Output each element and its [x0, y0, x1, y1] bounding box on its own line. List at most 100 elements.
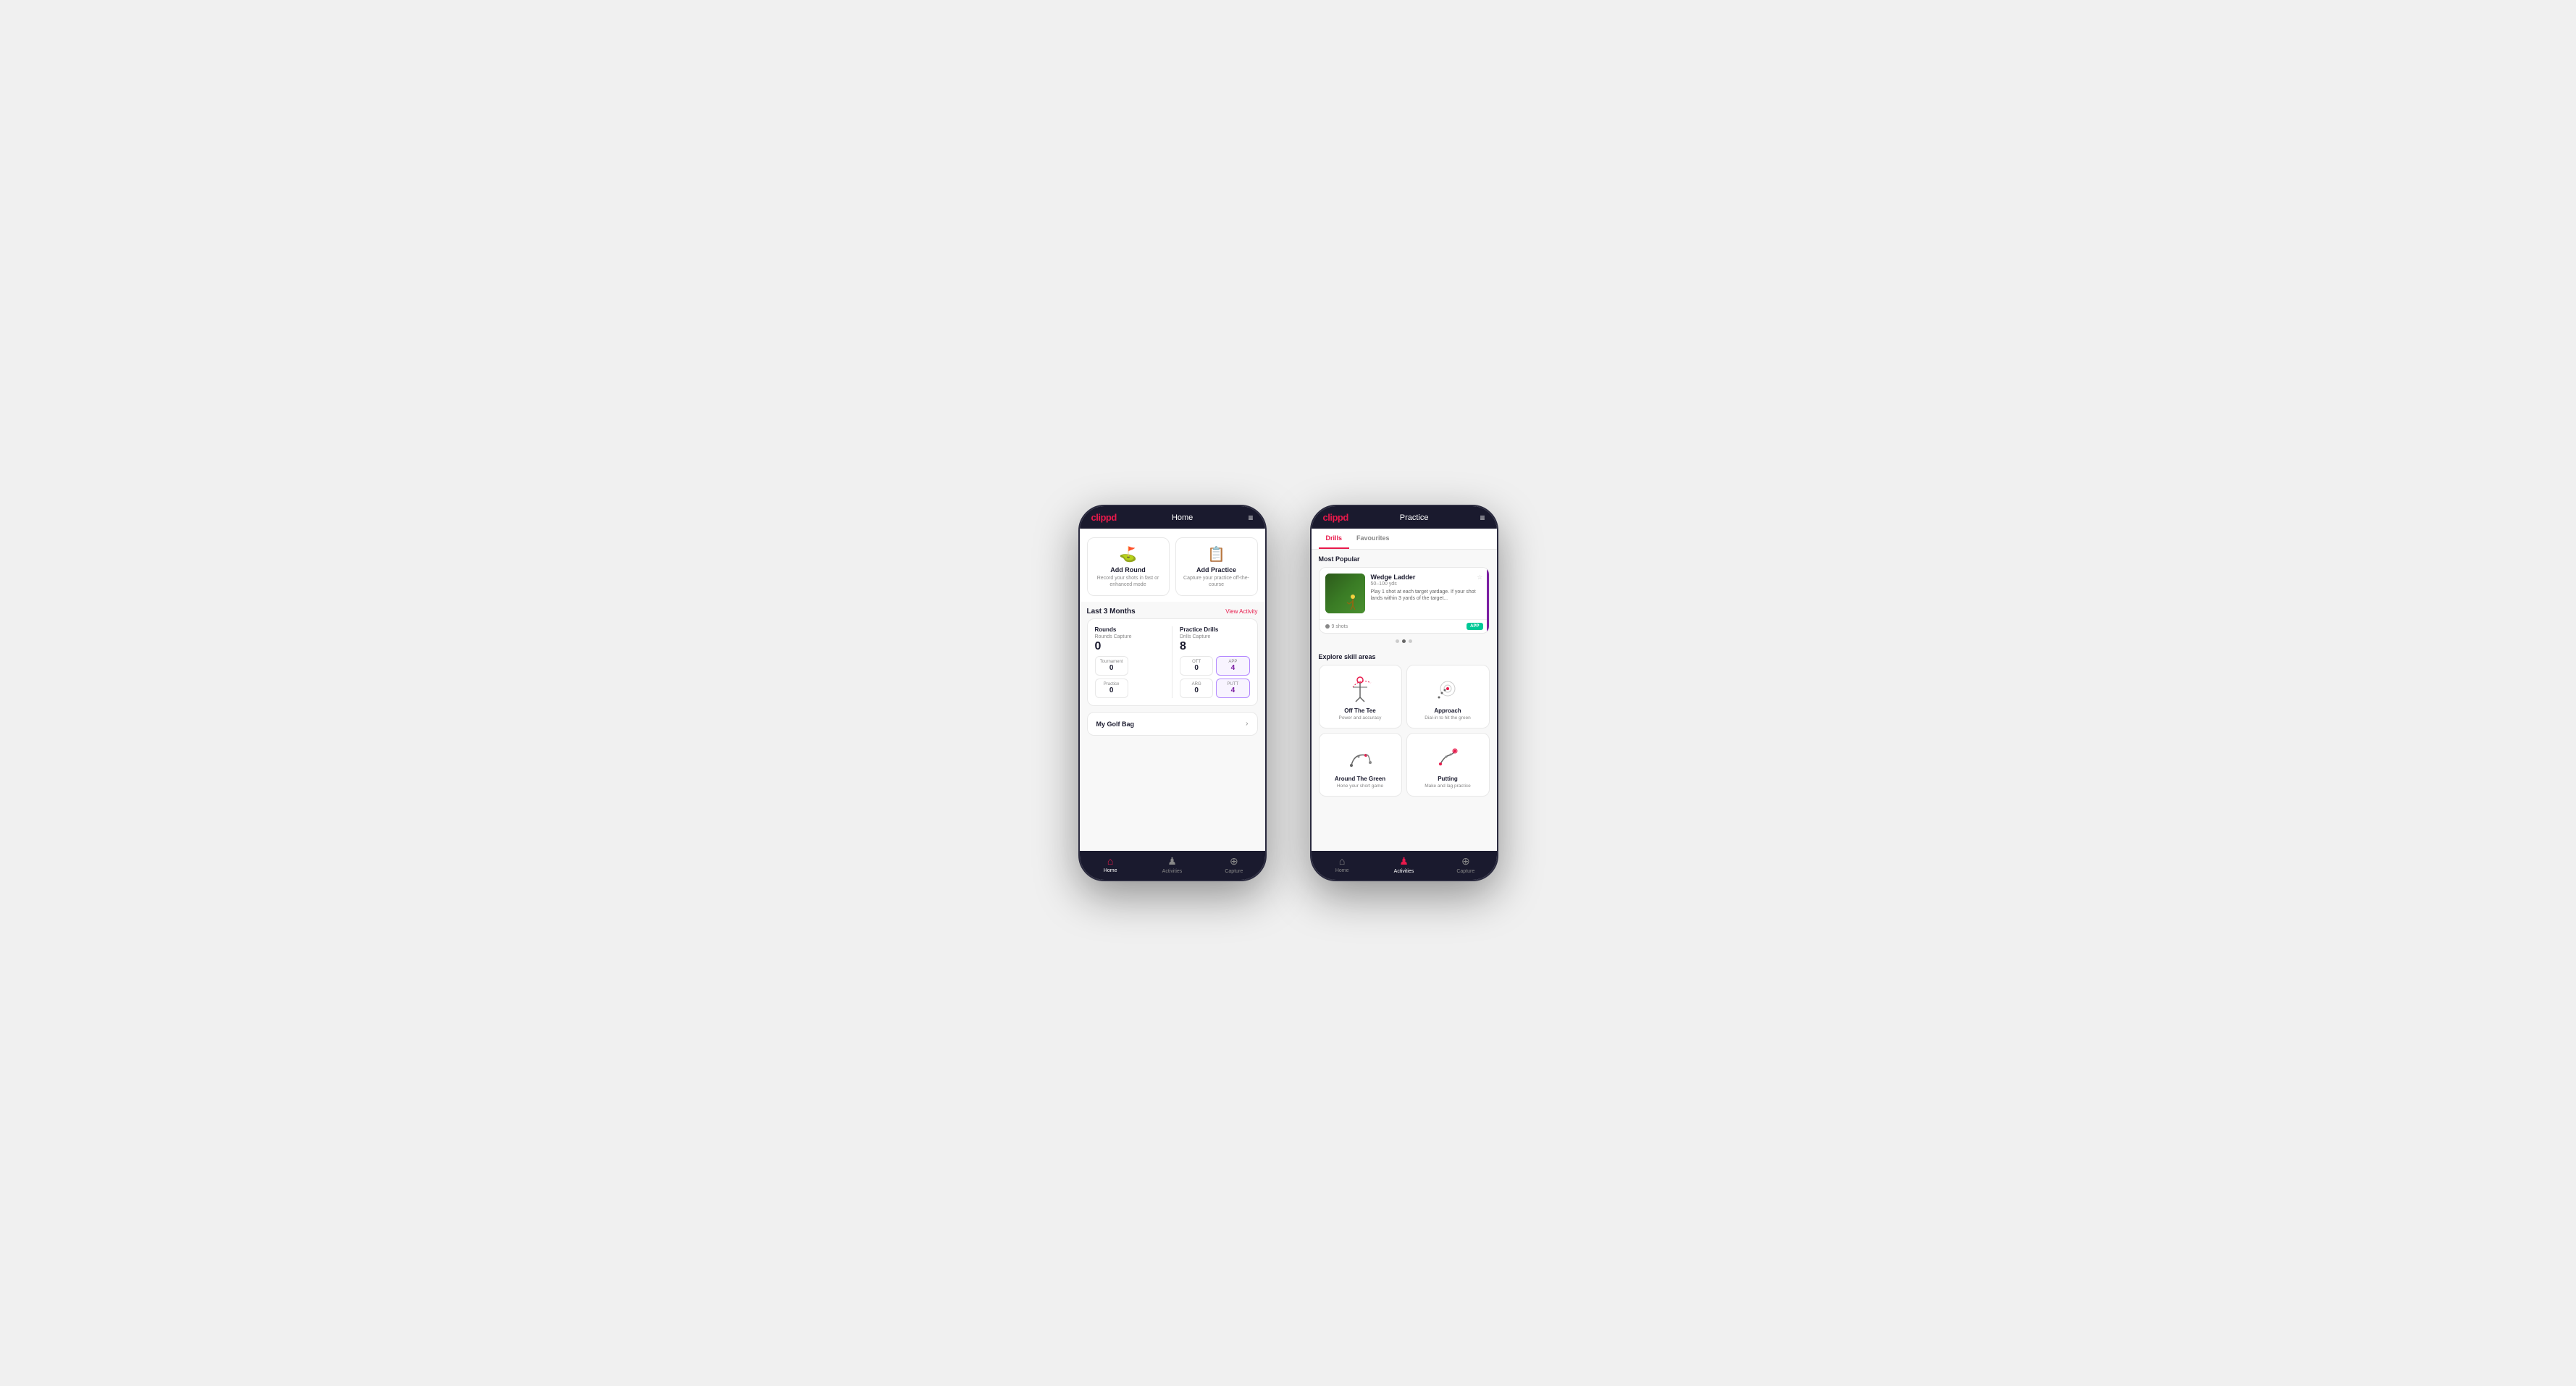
drill-info: Wedge Ladder ☆ 50–100 yds Play 1 shot at… [1371, 574, 1483, 613]
quick-actions: ⛳ Add Round Record your shots in fast or… [1080, 529, 1265, 602]
approach-name: Approach [1434, 707, 1461, 714]
around-green-icon [1346, 742, 1375, 771]
add-practice-title: Add Practice [1196, 566, 1236, 574]
shots-dot-icon [1325, 624, 1330, 629]
capture-nav-icon-2: ⊕ [1461, 855, 1470, 868]
nav-home-2[interactable]: ⌂ Home [1312, 855, 1373, 874]
logo-2: clippd [1323, 512, 1348, 523]
skill-card-around-green[interactable]: Around The Green Hone your short game [1319, 733, 1402, 797]
ott-stat: OTT 0 [1180, 656, 1213, 676]
off-tee-desc: Power and accuracy [1339, 715, 1382, 721]
menu-icon-1[interactable]: ≡ [1248, 513, 1253, 523]
add-round-card[interactable]: ⛳ Add Round Record your shots in fast or… [1087, 537, 1170, 596]
explore-title: Explore skill areas [1319, 653, 1490, 660]
drills-capture-label: Drills Capture [1180, 634, 1250, 639]
nav-activities-2[interactable]: ♟ Activities [1373, 855, 1435, 874]
skill-card-putting[interactable]: Putting Make and lag practice [1406, 733, 1490, 797]
golf-bag-label: My Golf Bag [1096, 721, 1135, 728]
page-title-1: Home [1172, 513, 1193, 522]
explore-section: Explore skill areas [1312, 649, 1497, 799]
home-nav-icon-1: ⌂ [1107, 855, 1113, 867]
view-activity-link[interactable]: View Activity [1225, 608, 1257, 615]
drill-name: Wedge Ladder [1371, 574, 1416, 581]
off-tee-name: Off The Tee [1344, 707, 1375, 714]
screen-content-1: ⛳ Add Round Record your shots in fast or… [1080, 529, 1265, 851]
rounds-col: Rounds Rounds Capture 0 Tournament 0 Pra… [1095, 626, 1165, 698]
nav-activities-1[interactable]: ♟ Activities [1141, 855, 1203, 874]
home-nav-label-1: Home [1104, 868, 1117, 873]
shots-count: 9 shots [1332, 624, 1348, 629]
capture-nav-icon-1: ⊕ [1230, 855, 1238, 868]
add-round-desc: Record your shots in fast or enhanced mo… [1094, 575, 1163, 588]
menu-icon-2[interactable]: ≡ [1480, 513, 1485, 523]
practice-value: 0 [1100, 686, 1123, 694]
skill-card-off-tee[interactable]: Off The Tee Power and accuracy [1319, 665, 1402, 728]
drill-card-inner: Wedge Ladder ☆ 50–100 yds Play 1 shot at… [1320, 568, 1489, 619]
around-green-desc: Hone your short game [1337, 784, 1383, 789]
approach-icon-area [1432, 673, 1464, 705]
drills-total: 8 [1180, 640, 1250, 653]
top-bar-1: clippd Home ≡ [1080, 506, 1265, 529]
golf-bag-row[interactable]: My Golf Bag › [1087, 712, 1258, 736]
drills-mini-grid: OTT 0 APP 4 ARG 0 [1180, 656, 1250, 698]
drill-card-footer: 9 shots APP [1320, 619, 1489, 633]
phone-1-screen: clippd Home ≡ ⛳ Add Round Record your sh… [1080, 506, 1265, 880]
off-tee-icon [1346, 674, 1375, 703]
logo-1: clippd [1091, 512, 1117, 523]
add-practice-icon: 📋 [1207, 545, 1225, 563]
putting-icon [1433, 742, 1462, 771]
rounds-mini-grid: Tournament 0 Practice 0 [1095, 656, 1165, 698]
drill-image [1325, 574, 1365, 613]
approach-icon [1433, 674, 1462, 703]
drills-title: Practice Drills [1180, 626, 1250, 633]
dots-indicator [1319, 637, 1490, 646]
screen-content-2: Most Popular [1312, 550, 1497, 851]
page-title-2: Practice [1400, 513, 1429, 522]
capture-nav-label-1: Capture [1225, 869, 1243, 874]
most-popular-section: Most Popular [1312, 550, 1497, 649]
activities-nav-label-1: Activities [1162, 869, 1183, 874]
top-bar-2: clippd Practice ≡ [1312, 506, 1497, 529]
off-tee-icon-area [1344, 673, 1376, 705]
tournament-value: 0 [1100, 664, 1123, 672]
phone-2-screen: clippd Practice ≡ Drills Favourites Most… [1312, 506, 1497, 880]
drill-card-wedge[interactable]: Wedge Ladder ☆ 50–100 yds Play 1 shot at… [1319, 567, 1490, 634]
activities-nav-label-2: Activities [1394, 869, 1414, 874]
putt-stat: PUTT 4 [1216, 679, 1249, 698]
nav-home-1[interactable]: ⌂ Home [1080, 855, 1141, 874]
phone-2: clippd Practice ≡ Drills Favourites Most… [1310, 505, 1498, 881]
drill-subtitle: 50–100 yds [1371, 581, 1483, 587]
around-green-name: Around The Green [1335, 776, 1385, 782]
add-practice-card[interactable]: 📋 Add Practice Capture your practice off… [1175, 537, 1258, 596]
activity-section-header: Last 3 Months View Activity [1080, 602, 1265, 618]
home-nav-icon-2: ⌂ [1339, 855, 1345, 867]
last-3-months-title: Last 3 Months [1087, 608, 1136, 616]
tab-favourites[interactable]: Favourites [1349, 529, 1397, 549]
putting-icon-area [1432, 741, 1464, 773]
dot-3 [1409, 639, 1412, 643]
dot-1 [1396, 639, 1399, 643]
nav-capture-1[interactable]: ⊕ Capture [1203, 855, 1264, 874]
around-green-icon-area [1344, 741, 1376, 773]
most-popular-title: Most Popular [1319, 555, 1490, 563]
golfer-svg [1346, 594, 1359, 610]
add-round-title: Add Round [1110, 566, 1146, 574]
bottom-nav-2: ⌂ Home ♟ Activities ⊕ Capture [1312, 851, 1497, 880]
add-round-icon: ⛳ [1119, 545, 1137, 563]
arg-stat: ARG 0 [1180, 679, 1213, 698]
star-icon: ☆ [1477, 574, 1482, 581]
stats-row: Rounds Rounds Capture 0 Tournament 0 Pra… [1095, 626, 1250, 698]
rounds-capture-label: Rounds Capture [1095, 634, 1165, 639]
tab-bar-2: Drills Favourites [1312, 529, 1497, 550]
drill-title-row: Wedge Ladder ☆ [1371, 574, 1483, 581]
tab-drills[interactable]: Drills [1319, 529, 1350, 549]
nav-capture-2[interactable]: ⊕ Capture [1435, 855, 1496, 874]
activities-nav-icon-2: ♟ [1399, 855, 1409, 868]
dot-2 [1402, 639, 1406, 643]
app-stat: APP 4 [1216, 656, 1249, 676]
skill-grid: Off The Tee Power and accuracy [1319, 665, 1490, 797]
approach-desc: Dial-in to hit the green [1425, 715, 1471, 721]
home-nav-label-2: Home [1335, 868, 1349, 873]
putting-name: Putting [1438, 776, 1458, 782]
skill-card-approach[interactable]: Approach Dial-in to hit the green [1406, 665, 1490, 728]
